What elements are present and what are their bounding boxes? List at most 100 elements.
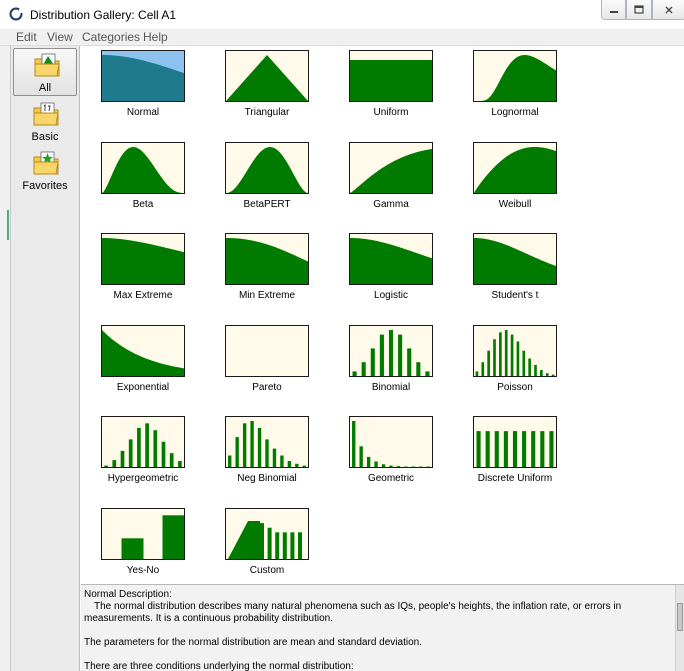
histogram-bar	[374, 461, 378, 467]
description-scrollbar[interactable]	[675, 585, 684, 671]
menu-edit[interactable]: Edit	[16, 30, 37, 44]
distribution-tile-triangular[interactable]: Triangular	[215, 46, 325, 132]
distribution-tile-discrete-uniform[interactable]: Discrete Uniform	[463, 412, 573, 498]
menu-help[interactable]: Help	[143, 30, 168, 44]
distribution-label: Student's t	[491, 290, 539, 301]
histogram-bar	[162, 514, 184, 559]
histogram-bar	[298, 531, 302, 559]
distribution-thumbnail	[473, 324, 557, 377]
splitter-marker	[7, 210, 9, 240]
distribution-thumbnail	[225, 507, 309, 560]
distribution-tile-poisson[interactable]: Poisson	[463, 321, 573, 407]
distribution-tile-logistic[interactable]: Logistic	[339, 229, 449, 315]
histogram-bar	[379, 334, 384, 376]
distribution-thumbnail	[101, 233, 185, 285]
title-bar: Distribution Gallery: Cell A1	[0, 0, 684, 29]
histogram-bar	[265, 439, 269, 467]
distribution-thumbnail	[473, 233, 557, 285]
distribution-tile-min-extreme[interactable]: Min Extreme	[215, 229, 325, 315]
distribution-tile-max-extreme[interactable]: Max Extreme	[91, 229, 201, 315]
histogram-bar	[504, 329, 508, 376]
lognormal-curve-icon	[474, 55, 556, 101]
left-edge	[0, 46, 10, 671]
distribution-tile-neg-binomial[interactable]: Neg Binomial	[215, 412, 325, 498]
distribution-label: Exponential	[116, 381, 170, 393]
weibull-curve-icon	[474, 146, 556, 193]
distribution-label: Discrete Uniform	[477, 473, 553, 484]
menu-categories[interactable]: Categories	[82, 30, 140, 44]
category-label: All	[38, 82, 52, 94]
distribution-label: Min Extreme	[238, 290, 296, 301]
histogram-bar	[481, 361, 485, 376]
distribution-label: Logistic	[374, 290, 408, 301]
distribution-tile-betapert[interactable]: BetaPERT	[215, 138, 325, 224]
distribution-tile-student-s-t[interactable]: Student's t	[463, 229, 573, 315]
category-basic[interactable]: Basic	[13, 98, 77, 146]
distribution-label: Gamma	[373, 198, 409, 210]
histogram-bar	[290, 531, 295, 559]
histogram-bar	[257, 427, 262, 467]
crystal-ball-ring-icon	[9, 7, 23, 21]
close-button[interactable]	[652, 0, 684, 20]
histogram-bar	[128, 439, 133, 467]
histogram-bar	[551, 374, 555, 376]
histogram-bar	[161, 441, 166, 467]
histogram-bar	[112, 460, 117, 467]
histogram-bar	[499, 331, 502, 376]
distribution-tile-yes-no[interactable]: Yes-No	[91, 504, 201, 590]
distribution-tile-normal[interactable]: Normal	[91, 46, 201, 132]
distribution-thumbnail	[101, 324, 185, 377]
distribution-label: Pareto	[252, 381, 282, 393]
histogram-bar	[425, 370, 430, 376]
category-favorites[interactable]: Favorites	[13, 147, 77, 195]
distribution-tile-geometric[interactable]: Geometric	[339, 412, 449, 498]
beta-curve-icon	[102, 146, 184, 193]
histogram-bar	[531, 431, 536, 467]
distribution-tile-gamma[interactable]: Gamma	[339, 138, 449, 224]
histogram-bar	[104, 465, 108, 467]
scrollbar-thumb[interactable]	[677, 603, 683, 631]
description-paragraph: The parameters for the normal distributi…	[84, 637, 422, 648]
distribution-tile-binomial[interactable]: Binomial	[339, 321, 449, 407]
distribution-thumbnail	[349, 324, 433, 377]
histogram-bar	[287, 461, 292, 467]
histogram-bar	[389, 465, 393, 467]
description-paragraph: The normal distribution describes many n…	[84, 601, 622, 624]
histogram-bar	[381, 464, 386, 467]
histogram-bar	[359, 446, 363, 467]
distribution-tile-hypergeometric[interactable]: Hypergeometric	[91, 412, 201, 498]
distribution-tile-custom[interactable]: Custom	[215, 504, 325, 590]
distribution-tile-exponential[interactable]: Exponential	[91, 321, 201, 407]
distribution-tile-pareto[interactable]: Pareto	[215, 321, 325, 407]
distribution-tile-weibull[interactable]: Weibull	[463, 138, 573, 224]
gamma-curve-icon	[350, 148, 432, 193]
histogram-bar	[352, 421, 356, 467]
minimize-button[interactable]	[601, 0, 626, 20]
distribution-thumbnail	[101, 141, 185, 194]
distribution-thumbnail	[101, 50, 185, 102]
maximize-button[interactable]	[626, 0, 652, 20]
exponential-curve-icon	[102, 329, 184, 376]
distribution-label: Yes-No	[126, 564, 160, 576]
menu-view[interactable]: View	[47, 30, 73, 44]
histogram-bar	[352, 370, 357, 376]
distribution-thumbnail	[349, 141, 433, 194]
distribution-label: Max Extreme	[113, 290, 173, 301]
distribution-tile-beta[interactable]: Beta	[91, 138, 201, 224]
distribution-tile-lognormal[interactable]: Lognormal	[463, 46, 573, 132]
minimize-icon	[609, 10, 618, 13]
histogram-bar	[398, 334, 403, 376]
category-all[interactable]: All	[13, 48, 77, 96]
distribution-label: Weibull	[498, 198, 532, 210]
histogram-bar	[534, 364, 537, 376]
distribution-label: Binomial	[371, 381, 411, 393]
histogram-bar	[275, 531, 280, 559]
distribution-thumbnail	[349, 50, 433, 102]
histogram-bar	[242, 423, 247, 467]
histogram-bar	[416, 361, 421, 376]
distribution-tile-uniform[interactable]: Uniform	[339, 46, 449, 132]
neg-binomial-curve-icon	[228, 421, 306, 467]
distribution-label: Custom	[249, 564, 285, 576]
category-label: Favorites	[22, 180, 68, 192]
distribution-thumbnail	[225, 233, 309, 285]
